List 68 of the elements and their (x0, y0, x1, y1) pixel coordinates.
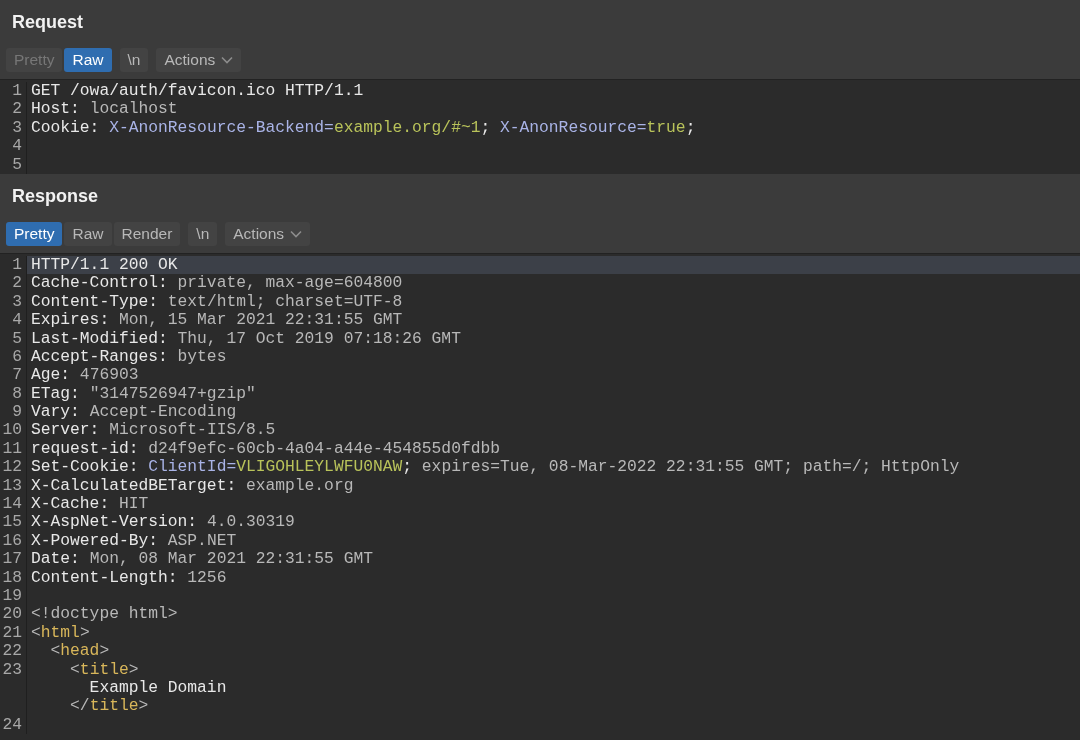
code-line: <title> (69, 660, 139, 679)
code-line: GET /owa/auth/favicon.ico HTTP/1.1 (30, 82, 364, 101)
code-line: Date: Mon, 08 Mar 2021 22:31:55 GMT (30, 550, 373, 569)
line-number: 20 (2, 604, 22, 624)
line-number: 13 (2, 475, 22, 495)
line-number: 12 (2, 457, 22, 477)
view-tab[interactable]: Render (113, 221, 181, 246)
panel-title: Response (11, 185, 99, 208)
code-line: Cookie: X-AnonResource-Backend=example.org/#~1; X-AnonResource=true; (30, 118, 696, 138)
code-line: request-id: d24f9efc-60cb-4a04-a44e-454855d0fdbb (30, 439, 500, 459)
code-line: X-AspNet-Version: 4.0.30319 (30, 513, 295, 532)
view-tab[interactable]: Raw (64, 48, 112, 72)
code-line: <!doctype html> (30, 605, 178, 624)
line-number: 5 (12, 328, 22, 348)
line-number: 24 (2, 714, 22, 734)
line-number: 3 (12, 117, 22, 137)
line-number: 2 (12, 99, 22, 119)
code-line: <head> (49, 642, 110, 661)
code-line: Host: localhost (30, 100, 178, 119)
view-tab[interactable]: Pretty (6, 221, 63, 246)
code-line: <html> (30, 623, 90, 643)
code-line: Server: Microsoft-IIS/8.5 (30, 421, 276, 440)
line-number: 2 (12, 273, 22, 293)
line-number: 21 (2, 622, 22, 642)
line-number: 6 (12, 346, 22, 366)
actions-dropdown[interactable]: Actions (156, 48, 242, 72)
code-line: Expires: Mon, 15 Mar 2021 22:31:55 GMT (30, 311, 403, 330)
line-number: 9 (12, 402, 22, 422)
line-number: 7 (12, 365, 22, 385)
line-number: 1 (12, 254, 22, 274)
line-number: 23 (2, 659, 22, 679)
code-line: Content-Type: text/html; charset=UTF-8 (30, 292, 403, 312)
code-line: HTTP/1.1 200 OK (30, 255, 178, 275)
line-number: 22 (2, 641, 22, 661)
newline-toggle[interactable]: \n (188, 221, 218, 246)
line-number: 19 (2, 586, 22, 605)
code-line: Set-Cookie: ClientId=VLIGOHLEYLWFU0NAW; expires=Tue, 08-Mar-2022 22:31:55 GMT; path=/; HttpOnly (30, 458, 960, 477)
line-number: 8 (12, 383, 22, 403)
line-number: 15 (2, 512, 22, 532)
chevron-icon (221, 56, 234, 64)
line-number: 11 (2, 438, 22, 458)
code-line: Vary: Accept-Encoding (30, 403, 237, 422)
code-line: Accept-Ranges: bytes (30, 347, 227, 367)
view-tab[interactable]: Raw (64, 221, 112, 246)
code-line: Example Domain (88, 678, 227, 698)
line-number: 14 (2, 494, 22, 514)
code-line: Last-Modified: Thu, 17 Oct 2019 07:18:26 GMT (30, 329, 461, 348)
code-line: X-CalculatedBETarget: example.org (30, 476, 354, 496)
chevron-icon (290, 229, 303, 238)
actions-dropdown[interactable]: Actions (225, 221, 311, 246)
code-line: Age: 476903 (30, 366, 139, 385)
line-number: 18 (2, 567, 22, 587)
line-number: 17 (2, 549, 22, 569)
newline-toggle[interactable]: \n (119, 48, 149, 72)
code-line: X-Cache: HIT (30, 495, 149, 514)
code-line: Cache-Control: private, max-age=604800 (30, 274, 403, 293)
panel-title: Request (11, 12, 83, 34)
line-number: 5 (12, 154, 22, 174)
code-line: Content-Length: 1256 (30, 568, 227, 587)
line-number: 1 (12, 81, 22, 100)
line-number: 4 (12, 310, 22, 330)
code-line: </title> (69, 697, 149, 716)
line-number: 4 (12, 136, 22, 156)
code-line: X-Powered-By: ASP.NET (30, 531, 237, 551)
code-line: ETag: "3147526947+gzip" (30, 384, 256, 404)
line-number: 10 (2, 420, 22, 440)
line-number: 3 (12, 291, 22, 311)
line-number: 16 (2, 530, 22, 550)
